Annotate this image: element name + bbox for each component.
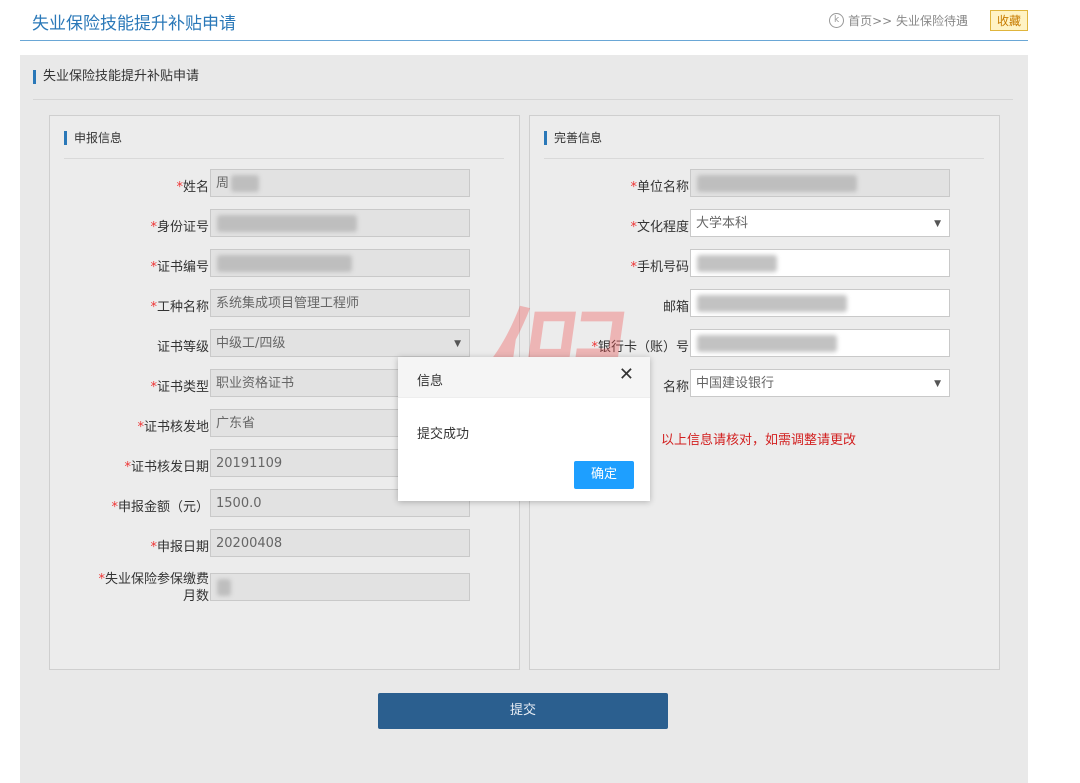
close-icon[interactable]: ✕ — [619, 364, 634, 385]
field-label: 证书等级 — [156, 340, 209, 355]
form-row-cert-no: *证书编号 — [50, 249, 519, 279]
form-row-bank-card: *银行卡（账）号 — [530, 329, 999, 359]
field-label: *证书核发日期 — [124, 460, 209, 475]
bank-card-field[interactable] — [690, 329, 950, 357]
chevron-down-icon: ▼ — [934, 379, 941, 389]
bank-name-select[interactable]: 中国建设银行 ▼ — [690, 369, 950, 397]
company-name-field[interactable] — [690, 169, 950, 197]
form-row-apply-date: *申报日期 20200408 — [50, 529, 519, 559]
education-select[interactable]: 大学本科 ▼ — [690, 209, 950, 237]
form-row-level: 证书等级 中级工/四级 ▼ — [50, 329, 519, 359]
field-label: 邮箱 — [662, 300, 689, 315]
field-label: *证书类型 — [150, 380, 209, 395]
form-row-education: *文化程度 大学本科 ▼ — [530, 209, 999, 239]
field-label: *姓名 — [176, 180, 209, 195]
home-icon[interactable]: k — [829, 13, 845, 28]
info-dialog: 信息 ✕ 提交成功 确定 — [398, 357, 650, 501]
field-label: *申报日期 — [150, 540, 209, 555]
phone-field[interactable] — [690, 249, 950, 277]
form-row-email: 邮箱 — [530, 289, 999, 319]
form-row-id: *身份证号 — [50, 209, 519, 239]
section-title: 失业保险技能提升补贴申请 — [33, 70, 199, 84]
favorite-button[interactable]: 收藏 — [989, 10, 1028, 31]
breadcrumb-text[interactable]: 首页>> 失业保险待遇 — [848, 12, 968, 29]
apply-date-field[interactable]: 20200408 — [210, 529, 470, 557]
form-row-months: *失业保险参保缴费 月数 — [50, 571, 519, 611]
email-field[interactable] — [690, 289, 950, 317]
field-label: *工种名称 — [150, 300, 209, 315]
header-bar: 失业保险技能提升补贴申请 k 首页>> 失业保险待遇 收藏 — [20, 0, 1028, 41]
field-label: *身份证号 — [150, 220, 209, 235]
field-label: *单位名称 — [630, 180, 689, 195]
submit-button[interactable]: 提交 — [378, 693, 668, 729]
field-label: *手机号码 — [630, 260, 689, 275]
field-label: *证书核发地 — [137, 420, 209, 435]
chevron-down-icon: ▼ — [934, 219, 941, 229]
confirm-button[interactable]: 确定 — [574, 461, 634, 489]
form-row-job: *工种名称 系统集成项目管理工程师 — [50, 289, 519, 319]
dialog-header: 信息 ✕ — [398, 357, 650, 398]
dialog-title: 信息 — [417, 374, 444, 389]
divider — [64, 158, 504, 159]
form-row-phone: *手机号码 — [530, 249, 999, 279]
panel-heading: 完善信息 — [544, 131, 602, 145]
name-field[interactable]: 周 — [210, 169, 470, 197]
certificate-level-select[interactable]: 中级工/四级 ▼ — [210, 329, 470, 357]
chevron-down-icon: ▼ — [454, 339, 461, 349]
job-name-field[interactable]: 系统集成项目管理工程师 — [210, 289, 470, 317]
breadcrumb[interactable]: k 首页>> 失业保险待遇 — [829, 12, 968, 29]
divider — [544, 158, 984, 159]
form-row-company: *单位名称 — [530, 169, 999, 199]
form-row-name: *姓名 周 — [50, 169, 519, 199]
verify-note: 以上信息请核对，如需调整请更改 — [661, 433, 857, 448]
id-number-field[interactable] — [210, 209, 470, 237]
field-label: *证书编号 — [150, 260, 209, 275]
panel-heading: 申报信息 — [64, 131, 122, 145]
field-label: *失业保险参保缴费 月数 — [98, 572, 209, 604]
field-label: *文化程度 — [630, 220, 689, 235]
certificate-number-field[interactable] — [210, 249, 470, 277]
dialog-message: 提交成功 — [417, 427, 470, 442]
insured-months-field[interactable] — [210, 573, 470, 601]
divider — [33, 99, 1013, 100]
field-label: *申报金额（元） — [111, 500, 209, 515]
page-title: 失业保险技能提升补贴申请 — [32, 14, 236, 34]
field-label: *银行卡（账）号 — [591, 340, 689, 355]
